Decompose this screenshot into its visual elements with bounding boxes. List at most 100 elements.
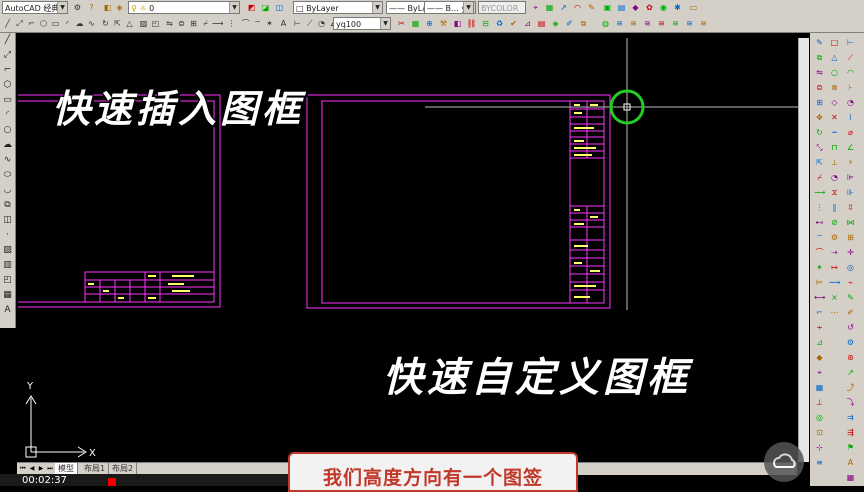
dim-break-icon[interactable]: ⋈ (845, 217, 856, 228)
snap-extension-icon[interactable]: ┅ (829, 127, 840, 138)
explode-icon[interactable]: ✶ (814, 262, 825, 273)
snap-none-icon[interactable]: ⊘ (829, 217, 840, 228)
mirror-icon[interactable]: ⇋ (814, 67, 825, 78)
dim-angular-icon[interactable]: ∠ (845, 142, 856, 153)
leader-collect-icon[interactable]: ⇶ (845, 427, 856, 438)
line-icon[interactable]: ╱ (2, 35, 13, 46)
dim-text-edit-icon[interactable]: ✐ (845, 307, 856, 318)
dim-aligned-icon[interactable]: ⟋ (845, 52, 856, 63)
dim-edit-icon[interactable]: ✎ (845, 292, 856, 303)
grid-icon[interactable]: ▦ (814, 382, 825, 393)
temp-track-icon[interactable]: ⟿ (829, 277, 840, 288)
multiline-text-icon[interactable]: A (2, 305, 13, 316)
stretch-icon[interactable]: ⇱ (814, 157, 825, 168)
snap-parallel-icon[interactable]: ∥ (829, 202, 840, 213)
dim-linear-icon[interactable]: ⊢ (845, 37, 856, 48)
polar-icon[interactable]: ◎ (814, 412, 825, 423)
lineweight-icon[interactable]: ≡ (814, 457, 825, 468)
offset-icon[interactable]: ⊜ (814, 82, 825, 93)
divide-icon[interactable]: ∻ (814, 322, 825, 333)
jogged-linear-icon[interactable]: ⌁ (845, 277, 856, 288)
dim-style-icon[interactable]: ⚙ (845, 337, 856, 348)
vertical-scrollbar[interactable] (798, 38, 809, 462)
ray-icon[interactable]: ⤢ (2, 50, 13, 61)
snap-icon[interactable]: ⌖ (814, 367, 825, 378)
snap-tangent-icon[interactable]: ◔ (829, 172, 840, 183)
cloud-icon[interactable] (764, 442, 804, 482)
rectangle-icon[interactable]: ▭ (2, 95, 13, 106)
hatch-icon[interactable]: ▨ (2, 245, 13, 256)
array-icon[interactable]: ⊞ (814, 97, 825, 108)
snap-midpoint-icon[interactable]: △ (829, 52, 840, 63)
snap-perpendicular-icon[interactable]: ⊥ (829, 157, 840, 168)
join-icon[interactable]: ⊷ (814, 217, 825, 228)
snap-endpoint-icon[interactable]: □ (829, 37, 840, 48)
apparent-intersect-icon[interactable]: ⨯ (829, 292, 840, 303)
mid-between-icon[interactable]: ⋯ (829, 307, 840, 318)
ellipse-arc-icon[interactable]: ◡ (2, 185, 13, 196)
leader-style-icon[interactable]: ⚑ (845, 442, 856, 453)
spline-icon[interactable]: ∿ (2, 155, 13, 166)
chamfer-icon[interactable]: ⌔ (814, 232, 825, 243)
measure-icon[interactable]: ⊿ (814, 337, 825, 348)
pedit-icon[interactable]: ⌐ (814, 307, 825, 318)
from-icon[interactable]: ↦ (829, 262, 840, 273)
table-icon[interactable]: ▦ (2, 290, 13, 301)
trim-icon[interactable]: ⌿ (814, 172, 825, 183)
table-style-icon[interactable]: ▦ (845, 472, 856, 483)
leader-remove-icon[interactable]: ⤵ (845, 397, 856, 408)
snap-intersection-icon[interactable]: ✕ (829, 112, 840, 123)
inspect-icon[interactable]: ◎ (845, 262, 856, 273)
ellipse-icon[interactable]: ⬭ (2, 170, 13, 181)
dim-ordinate-icon[interactable]: ⊦ (845, 82, 856, 93)
polyline-icon[interactable]: ⌐ (2, 65, 13, 76)
move-icon[interactable]: ✥ (814, 112, 825, 123)
last-tab-icon[interactable]: ⏭ (46, 464, 54, 473)
break-icon[interactable]: ⋮ (814, 202, 825, 213)
osnap-icon[interactable]: ⊡ (814, 427, 825, 438)
snap-nearest-icon[interactable]: ⧖ (829, 187, 840, 198)
tab-layout2[interactable]: 布局2 (109, 463, 138, 474)
region-icon[interactable]: ◰ (2, 275, 13, 286)
tolerance-icon[interactable]: ⊞ (845, 232, 856, 243)
dim-update-icon[interactable]: ↺ (845, 322, 856, 333)
otrack-icon[interactable]: ⊹ (814, 442, 825, 453)
text-style-icon[interactable]: A (845, 457, 856, 468)
arc-icon[interactable]: ◜ (2, 110, 13, 121)
dim-radius-icon[interactable]: ◔ (845, 97, 856, 108)
dim-space-icon[interactable]: ⇳ (845, 202, 856, 213)
cloud-icon[interactable]: ☁ (2, 140, 13, 151)
lengthen-icon[interactable]: ⟷ (814, 292, 825, 303)
tab-layout1[interactable]: 布局1 (81, 463, 110, 474)
tracking-icon[interactable]: ⇢ (829, 247, 840, 258)
leader-add-icon[interactable]: ⤴ (845, 382, 856, 393)
tab-model[interactable]: 模型 (55, 463, 78, 474)
dim-baseline-icon[interactable]: ⊫ (845, 172, 856, 183)
snap-insertion-icon[interactable]: ⊓ (829, 142, 840, 153)
fillet-icon[interactable]: ⌒ (814, 247, 825, 258)
ortho-icon[interactable]: ⊥ (814, 397, 825, 408)
dim-diameter-icon[interactable]: ⌀ (845, 127, 856, 138)
gradient-icon[interactable]: ▥ (2, 260, 13, 271)
circle-icon[interactable]: ○ (2, 125, 13, 136)
center-mark-icon[interactable]: ✛ (845, 247, 856, 258)
extend-icon[interactable]: ⟶ (814, 187, 825, 198)
quick-dim-icon[interactable]: ⚡ (845, 157, 856, 168)
insert-block-icon[interactable]: ⧉ (2, 200, 13, 211)
leader-align-icon[interactable]: ⇉ (845, 412, 856, 423)
erase-icon[interactable]: ✎ (814, 37, 825, 48)
first-tab-icon[interactable]: ⏮ (19, 464, 27, 473)
prev-tab-icon[interactable]: ◀ (28, 464, 36, 473)
next-tab-icon[interactable]: ▶ (37, 464, 45, 473)
snap-center-icon[interactable]: ○ (829, 67, 840, 78)
dim-jogged-icon[interactable]: ⌇ (845, 112, 856, 123)
dim-continue-icon[interactable]: ⊪ (845, 187, 856, 198)
snap-node-icon[interactable]: ⊗ (829, 82, 840, 93)
align-icon[interactable]: ⊨ (814, 277, 825, 288)
copy-icon[interactable]: ⧉ (814, 52, 825, 63)
snap-quadrant-icon[interactable]: ◇ (829, 97, 840, 108)
block-icon[interactable]: ◆ (814, 352, 825, 363)
polygon-icon[interactable]: ⬡ (2, 80, 13, 91)
drawing-canvas[interactable]: Y X (0, 0, 864, 486)
rotate-icon[interactable]: ↻ (814, 127, 825, 138)
